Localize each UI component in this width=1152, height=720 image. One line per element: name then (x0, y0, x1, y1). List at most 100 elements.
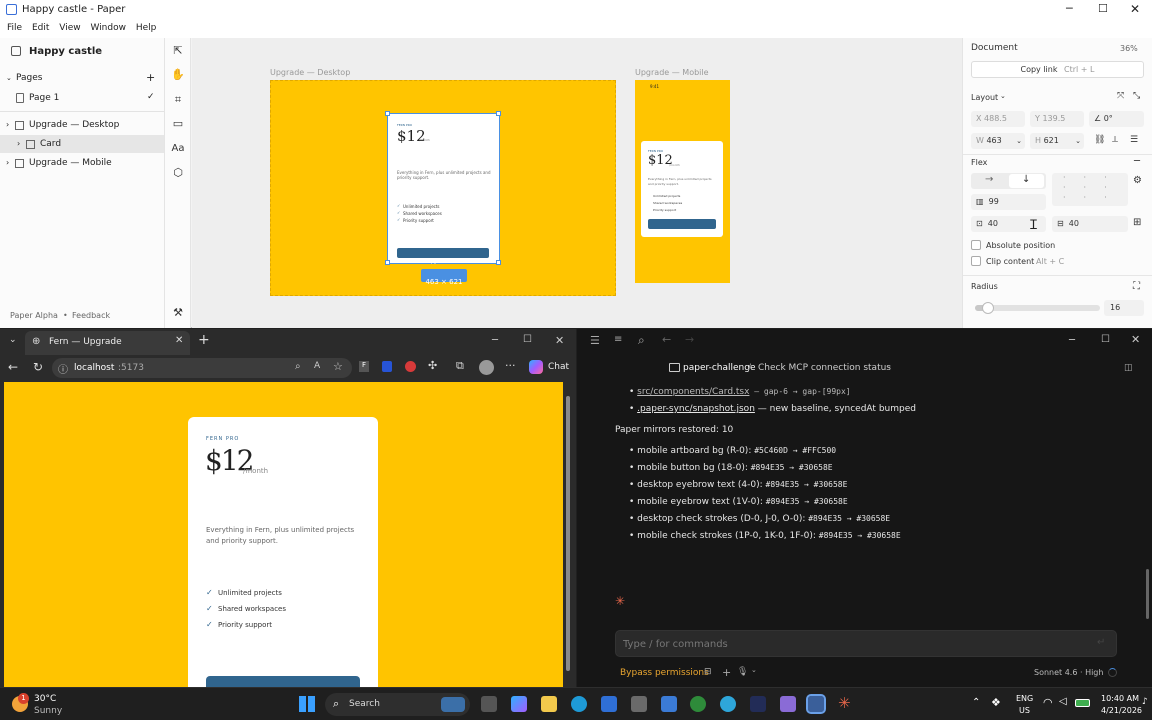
select-tool-icon[interactable]: ⇱ (171, 44, 185, 58)
alignment-grid[interactable]: ··· ··· ··· (1052, 173, 1128, 206)
app-icon[interactable] (780, 696, 796, 712)
notification-icon[interactable]: ♪ (1142, 697, 1148, 707)
menu-view[interactable]: View (59, 23, 80, 33)
folder-name[interactable]: paper-challenge (683, 363, 756, 373)
browser-tab[interactable]: ⊕ Fern — Upgrade ✕ (25, 331, 190, 355)
constraint-icon[interactable]: ⟂ (1112, 135, 1118, 145)
selected-card[interactable]: FERN PRO $12 /month Everything in Fern, … (385, 111, 501, 265)
sidebar-toggle-icon[interactable]: ☰ (590, 334, 600, 347)
model-selector[interactable]: Sonnet 4.6 · High (1034, 668, 1103, 677)
mode-icon[interactable]: ⊟ (704, 667, 712, 677)
zoom-icon[interactable]: ⌕ (295, 361, 301, 372)
scrollbar[interactable] (564, 382, 572, 687)
add-page-icon[interactable]: + (146, 71, 155, 84)
more-icon[interactable]: ··· (505, 359, 516, 372)
layer-card-row[interactable] (0, 135, 164, 153)
layer-desktop[interactable]: Upgrade — Desktop (29, 120, 119, 130)
app-icon[interactable] (750, 696, 766, 712)
artboard-mobile[interactable]: 9:41 FERN PRO $12 /month Everything in F… (635, 80, 730, 283)
zoom-level[interactable]: 36% (1120, 44, 1138, 53)
design-canvas[interactable]: Upgrade — Desktop FERN PRO $12 /month Ev… (192, 38, 962, 328)
minimize-button[interactable]: ─ (1066, 2, 1073, 15)
copilot-app-icon[interactable] (511, 696, 527, 712)
chevron-down-icon[interactable]: ⌄ (6, 74, 12, 82)
info-icon[interactable]: ⓘ (58, 361, 68, 376)
split-icon[interactable]: ⧉ (456, 359, 464, 373)
link-icon[interactable]: ⛓ (1094, 135, 1105, 145)
project-name[interactable]: Happy castle (29, 46, 102, 57)
send-icon[interactable]: ↵ (1097, 637, 1105, 648)
chevron-up-icon[interactable]: ⌃ (972, 697, 980, 708)
command-input[interactable]: Type / for commands ↵ (615, 630, 1117, 657)
scrollbar-thumb[interactable] (566, 396, 570, 671)
xbox-icon[interactable] (690, 696, 706, 712)
store-icon[interactable] (601, 696, 617, 712)
file-link[interactable]: .paper-sync/snapshot.json (637, 404, 755, 414)
flex-direction-toggle[interactable]: → ↓ (971, 173, 1046, 189)
chevron-down-icon[interactable]: ⌄ (1000, 92, 1006, 100)
add-icon[interactable]: + (722, 666, 731, 679)
flex-settings-icon[interactable]: ⚙ (1133, 175, 1142, 186)
shield-icon[interactable] (382, 361, 392, 372)
search-icon[interactable]: ⌕ (638, 333, 645, 348)
weather-temp[interactable]: 30°C (34, 694, 56, 704)
minimize-button[interactable]: ─ (1069, 335, 1075, 346)
app-icon[interactable] (631, 696, 647, 712)
battery-icon[interactable] (1075, 699, 1090, 707)
remove-flex-icon[interactable]: ─ (1134, 156, 1140, 167)
file-explorer-icon[interactable] (541, 696, 557, 712)
avatar[interactable] (479, 360, 494, 375)
width-field[interactable]: W 463 ⌄ (971, 133, 1025, 149)
puzzle-icon[interactable]: ✣ (428, 359, 437, 372)
clip-checkbox[interactable] (971, 256, 981, 266)
gap-field[interactable]: ▥ 99 (971, 194, 1046, 210)
menu-help[interactable]: Help (136, 23, 157, 33)
artboard-desktop[interactable]: FERN PRO $12 /month Everything in Fern, … (270, 80, 616, 296)
extension-icon[interactable] (405, 361, 416, 372)
file-link[interactable]: src/components/Card.tsx (637, 387, 749, 397)
edge-icon[interactable] (571, 696, 587, 712)
task-view-icon[interactable] (481, 696, 497, 712)
volume-icon[interactable]: ◁ (1059, 696, 1067, 707)
session-title[interactable]: Check MCP connection status (758, 363, 891, 373)
extension-icon[interactable]: F (359, 361, 369, 372)
favorite-icon[interactable]: ☆ (333, 360, 343, 373)
address-bar[interactable]: ⓘ localhost :5173 ⌕ A ☆ (52, 358, 352, 378)
close-button[interactable]: ✕ (555, 334, 564, 347)
fill-icon[interactable]: ⤡ (1133, 91, 1140, 101)
panel-icon[interactable]: ◫ (1124, 363, 1133, 373)
chat-button[interactable]: Chat (548, 362, 569, 372)
align-icon[interactable]: ☰ (1130, 135, 1138, 145)
corner-icon[interactable]: ⛶ (1133, 281, 1140, 292)
mobile-upgrade-button[interactable]: Upgrade to Pro (648, 219, 716, 235)
maximize-button[interactable]: ☐ (523, 334, 532, 345)
height-field[interactable]: H 621 ⌄ (1030, 133, 1084, 149)
feedback-link[interactable]: Feedback (72, 311, 110, 320)
close-tab-icon[interactable]: ✕ (175, 335, 183, 346)
y-field[interactable]: Y 139.5 (1030, 111, 1084, 127)
mobile-card[interactable]: FERN PRO $12 /month Everything in Fern, … (641, 141, 723, 237)
upgrade-button[interactable] (206, 676, 360, 687)
menu-icon[interactable]: ≡ (614, 334, 622, 345)
scrollbar[interactable] (1146, 569, 1149, 619)
rectangle-tool-icon[interactable]: ▭ (171, 117, 185, 131)
arrow-right-icon[interactable]: → (985, 174, 993, 185)
telegram-icon[interactable] (720, 696, 736, 712)
frame-tool-icon[interactable]: ⌗ (171, 93, 185, 107)
rotation-field[interactable]: ∠ 0° (1089, 111, 1144, 127)
radius-slider[interactable] (975, 302, 1100, 314)
mic-icon[interactable]: 🎙 (737, 667, 748, 677)
language-top[interactable]: ENG (1016, 694, 1033, 703)
bypass-permissions[interactable]: Bypass permissions (620, 668, 709, 678)
fit-icon[interactable]: ⤧ (1117, 91, 1124, 101)
settings-tool-icon[interactable]: ⚒ (171, 306, 185, 320)
wifi-icon[interactable]: ◠ (1043, 696, 1053, 709)
layer-card[interactable]: Card (40, 139, 61, 149)
chevron-down-icon[interactable]: ⌄ (886, 362, 892, 370)
new-tab-icon[interactable]: + (198, 332, 210, 348)
arrow-down-icon[interactable]: ↓ (1022, 174, 1030, 185)
chevron-down-icon[interactable]: ⌄ (751, 666, 757, 674)
text-tool-icon[interactable]: Aa (171, 142, 185, 156)
forward-icon[interactable]: → (685, 333, 694, 346)
menu-window[interactable]: Window (90, 23, 126, 33)
